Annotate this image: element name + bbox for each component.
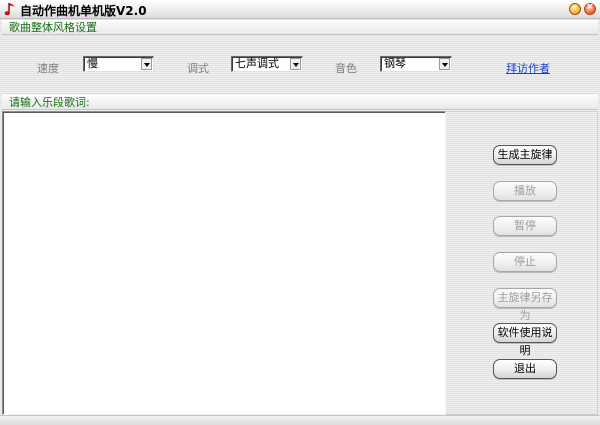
mode-label: 调式 [187, 62, 209, 75]
chevron-down-icon[interactable] [141, 58, 152, 70]
speed-label: 速度 [37, 62, 59, 75]
minimize-icon: - [573, 2, 577, 12]
music-note-icon [4, 3, 15, 16]
stop-button[interactable]: 停止 [493, 252, 557, 272]
save-melody-as-button[interactable]: 主旋律另存为 [493, 288, 557, 322]
visit-author-link[interactable]: 拜访作者 [506, 60, 550, 76]
speed-value: 慢 [87, 57, 98, 70]
pause-button[interactable]: 暂停 [493, 216, 557, 236]
status-bar [0, 415, 600, 425]
close-button[interactable]: × [584, 2, 596, 15]
help-button[interactable]: 软件使用说明 [493, 323, 557, 357]
minimize-button[interactable]: - [569, 2, 581, 15]
title-bar: 自动作曲机单机版V2.0 - × [0, 0, 600, 19]
mode-select[interactable]: 七声调式 [231, 56, 303, 72]
style-settings-header: 歌曲整体风格设置 [2, 20, 598, 35]
lyrics-input[interactable] [2, 111, 446, 415]
mode-value: 七声调式 [235, 57, 279, 70]
chevron-down-icon[interactable] [290, 58, 301, 70]
timbre-value: 钢琴 [384, 57, 406, 70]
play-button[interactable]: 播放 [493, 181, 557, 201]
speed-select[interactable]: 慢 [83, 56, 154, 72]
lyrics-input-header: 请输入乐段歌词: [2, 95, 598, 110]
window-title: 自动作曲机单机版V2.0 [20, 4, 147, 18]
timbre-label: 音色 [335, 62, 357, 75]
close-icon: × [586, 2, 594, 12]
timbre-select[interactable]: 钢琴 [380, 56, 452, 72]
generate-melody-button[interactable]: 生成主旋律 [493, 145, 557, 165]
chevron-down-icon[interactable] [439, 58, 450, 70]
exit-button[interactable]: 退出 [493, 359, 557, 379]
